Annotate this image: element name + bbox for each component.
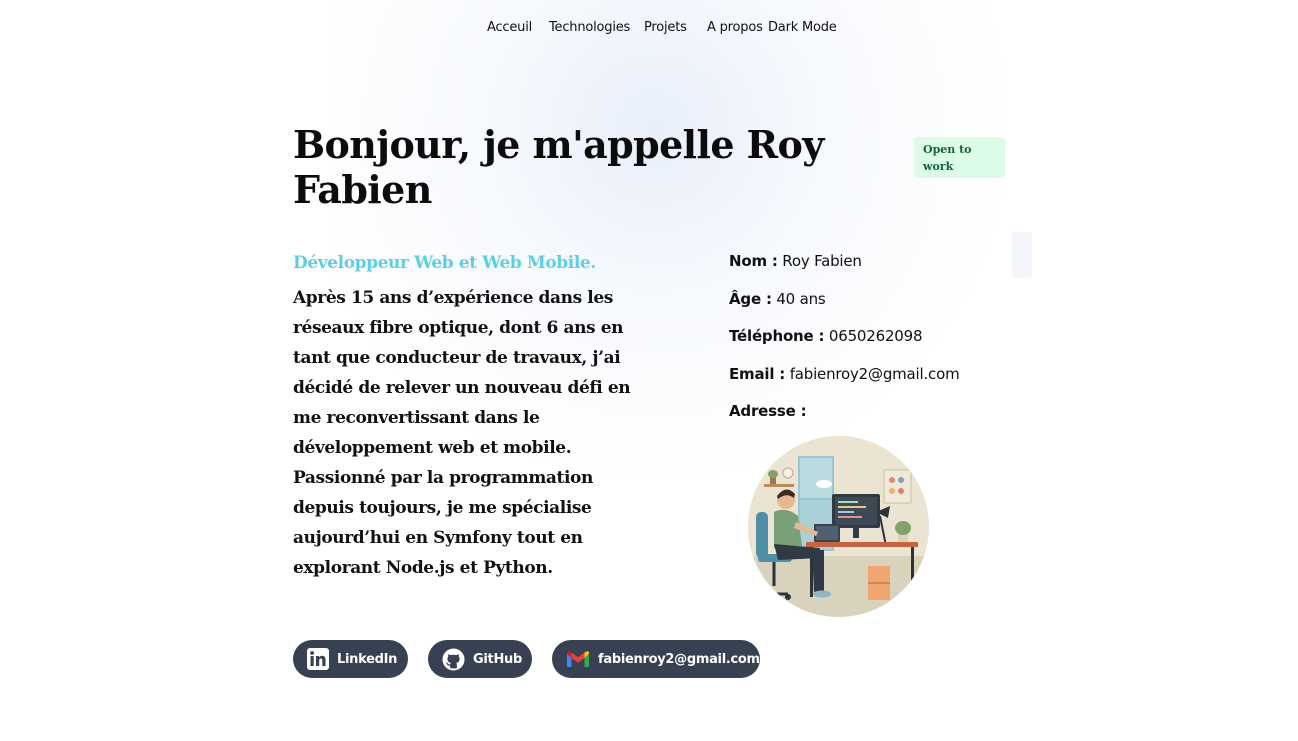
info-label: Adresse :: [729, 402, 807, 420]
linkedin-icon: [307, 647, 329, 671]
developer-illustration: [748, 436, 929, 617]
page-title: Bonjour, je m'appelle Roy Fabien: [293, 122, 824, 212]
info-label: Téléphone :: [729, 327, 825, 345]
nav-item-projets[interactable]: Projets: [644, 20, 687, 35]
info-row-email: Email : fabienroy2@gmail.com: [729, 363, 1029, 401]
nav-item-acceuil[interactable]: Acceuil: [487, 20, 532, 35]
linkedin-button[interactable]: LinkedIn: [293, 640, 408, 678]
info-label: Nom :: [729, 252, 778, 270]
job-subtitle: Développeur Web et Web Mobile.: [293, 253, 596, 273]
github-button[interactable]: GitHub: [428, 640, 532, 678]
linkedin-label: LinkedIn: [337, 651, 398, 667]
bio-paragraph: Après 15 ans d’expérience dans les résea…: [293, 288, 631, 578]
nav-item-technologies[interactable]: Technologies: [549, 20, 630, 35]
email-button[interactable]: fabienroy2@gmail.com: [552, 640, 760, 678]
info-row-phone: Téléphone : 0650262098: [729, 325, 1029, 363]
info-value: fabienroy2@gmail.com: [789, 364, 960, 383]
info-row-age: Âge : 40 ans: [729, 288, 1029, 326]
gmail-icon: [566, 647, 590, 671]
info-label: Âge :: [729, 289, 772, 308]
info-value: 40 ans: [776, 289, 826, 308]
dark-mode-toggle[interactable]: Dark Mode: [768, 20, 837, 35]
github-label: GitHub: [473, 651, 522, 667]
info-row-name: Nom : Roy Fabien: [729, 250, 1029, 288]
github-icon: [442, 647, 465, 671]
top-navigation: Acceuil Technologies Projets A propos Da…: [0, 20, 1298, 40]
info-value: 0650262098: [828, 327, 923, 345]
open-to-work-badge: Open to work: [914, 137, 1005, 178]
info-row-address: Adresse :: [729, 400, 1029, 438]
info-value: Roy Fabien: [782, 252, 862, 270]
info-label: Email :: [729, 364, 786, 383]
email-label: fabienroy2@gmail.com: [598, 651, 760, 667]
personal-info: Nom : Roy Fabien Âge : 40 ans Téléphone …: [729, 250, 1029, 438]
avatar: [748, 436, 929, 617]
nav-item-a-propos[interactable]: A propos: [707, 20, 763, 35]
